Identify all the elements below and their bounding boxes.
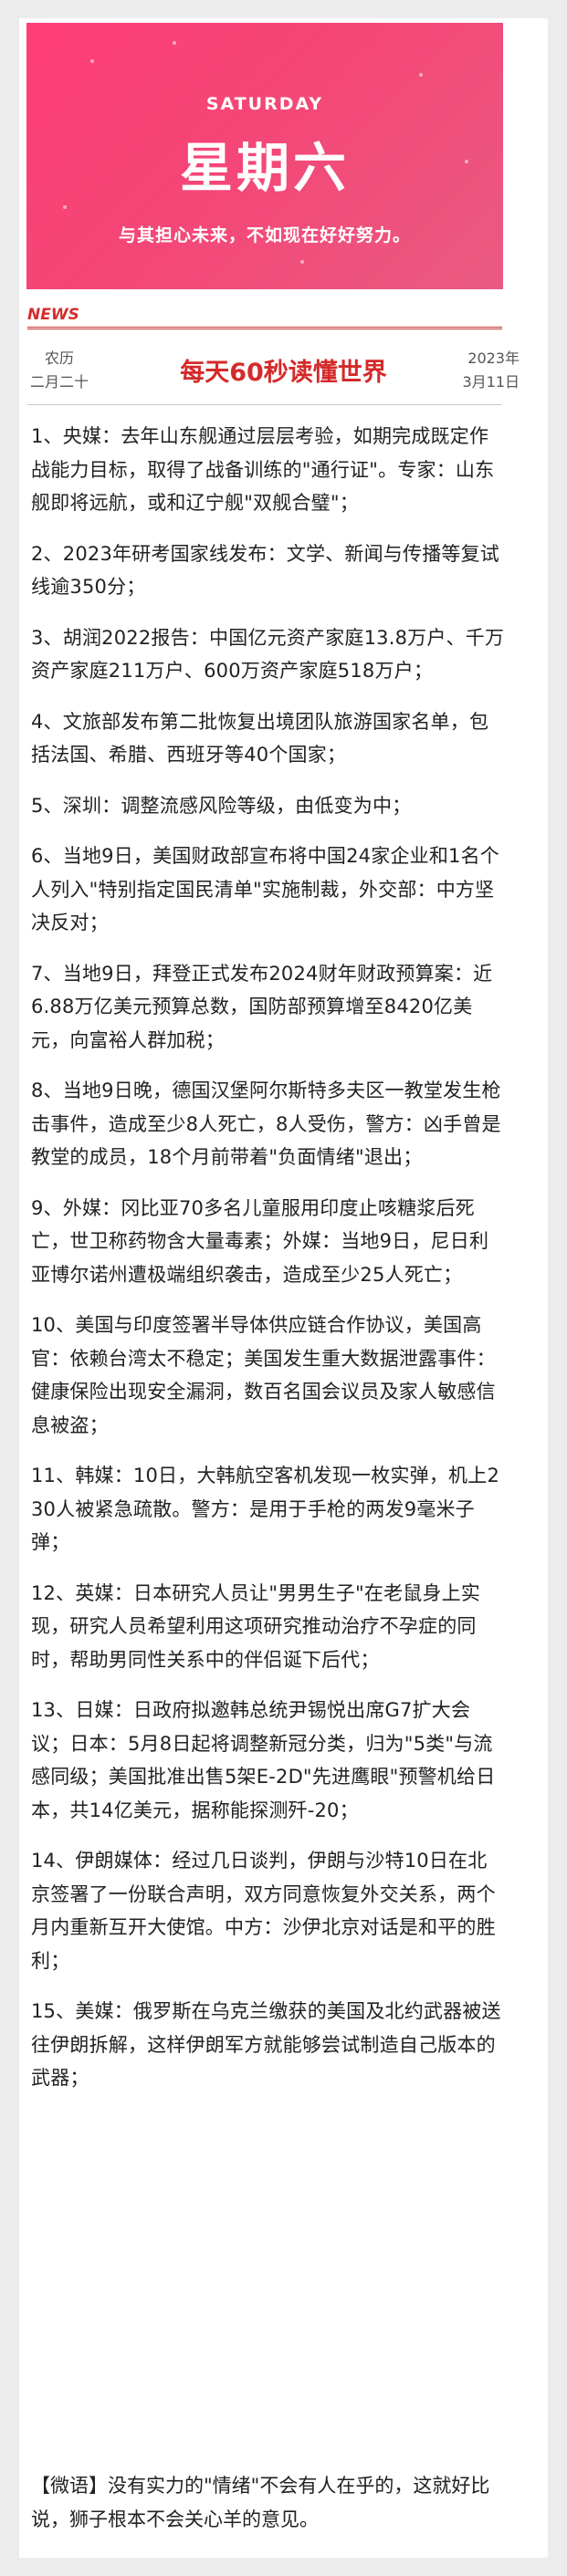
news-item-13: 13、日媒：日政府拟邀韩总统尹锡悦出席G7扩大会议；日本：5月8日起将调整新冠分…	[31, 1699, 496, 1821]
weekday-english: SATURDAY	[205, 94, 324, 114]
news-item-12: 12、英媒：日本研究人员让"男男生子"在老鼠身上实现，研究人员希望利用这项研究推…	[31, 1581, 481, 1671]
closing-quote: 【微语】没有实力的"情绪"不会有人在乎的，这就好比说，狮子根本不会关心羊的意见。	[31, 2475, 490, 2530]
date-year: 2023年	[467, 349, 520, 367]
news-list: 1、央媒：去年山东舰通过层层考验，如期完成既定作战能力目标，取得了战备训练的"通…	[31, 420, 506, 2112]
banner-motto: 与其担心未来，不如现在好好努力。	[118, 225, 411, 245]
weekday-banner: SATURDAY 星期六 与其担心未来，不如现在好好努力。	[26, 23, 503, 289]
news-item-4: 4、文旅部发布第二批恢复出境团队旅游国家名单，包括法国、希腊、西班牙等40个国家…	[31, 710, 489, 767]
news-item-15: 15、美媒：俄罗斯在乌克兰缴获的美国及北约武器被送往伊朗拆解，这样伊朗军方就能够…	[31, 2000, 501, 2089]
header-divider-top	[27, 327, 502, 329]
weekday-chinese: 星期六	[179, 137, 350, 199]
news-item-6: 6、当地9日，美国财政部宣布将中国24家企业和1名个人列入"特别指定国民清单"实…	[31, 845, 500, 933]
news-item-3: 3、胡润2022报告：中国亿元资产家庭13.8万户、千万资产家庭211万户、60…	[31, 626, 505, 683]
news-item-2: 2、2023年研考国家线发布：文学、新闻与传播等复试线逾350分；	[31, 542, 500, 599]
gregorian-date: 2023年 3月11日	[462, 347, 520, 394]
news-item-1: 1、央媒：去年山东舰通过层层考验，如期完成既定作战能力目标，取得了战备训练的"通…	[31, 425, 495, 514]
news-tag: NEWS	[27, 306, 79, 324]
header-divider-bottom	[27, 404, 502, 405]
news-item-7: 7、当地9日，拜登正式发布2024财年财政预算案：近6.88万亿美元预算总数，国…	[31, 962, 493, 1051]
news-item-8: 8、当地9日晚，德国汉堡阿尔斯特多夫区一教堂发生枪击事件，造成至少8人死亡，8人…	[31, 1079, 501, 1168]
news-item-10: 10、美国与印度签署半导体供应链合作协议，美国高官：依赖台湾太不稳定；美国发生重…	[31, 1314, 496, 1436]
news-item-5: 5、深圳：调整流感风险等级，由低变为中；	[31, 794, 412, 817]
news-item-14: 14、伊朗媒体：经过几日谈判，伊朗与沙特10日在北京签署了一份联合声明，双方同意…	[31, 1850, 496, 1972]
news-item-9: 9、外媒：冈比亚70多名儿童服用印度止咳糖浆后死亡，世卫称药物含大量毒素；外媒：…	[31, 1196, 489, 1286]
date-month-day: 3月11日	[462, 373, 520, 391]
news-item-11: 11、韩媒：10日，大韩航空客机发现一枚实弹，机上230人被紧急疏散。警方：是用…	[31, 1465, 500, 1553]
